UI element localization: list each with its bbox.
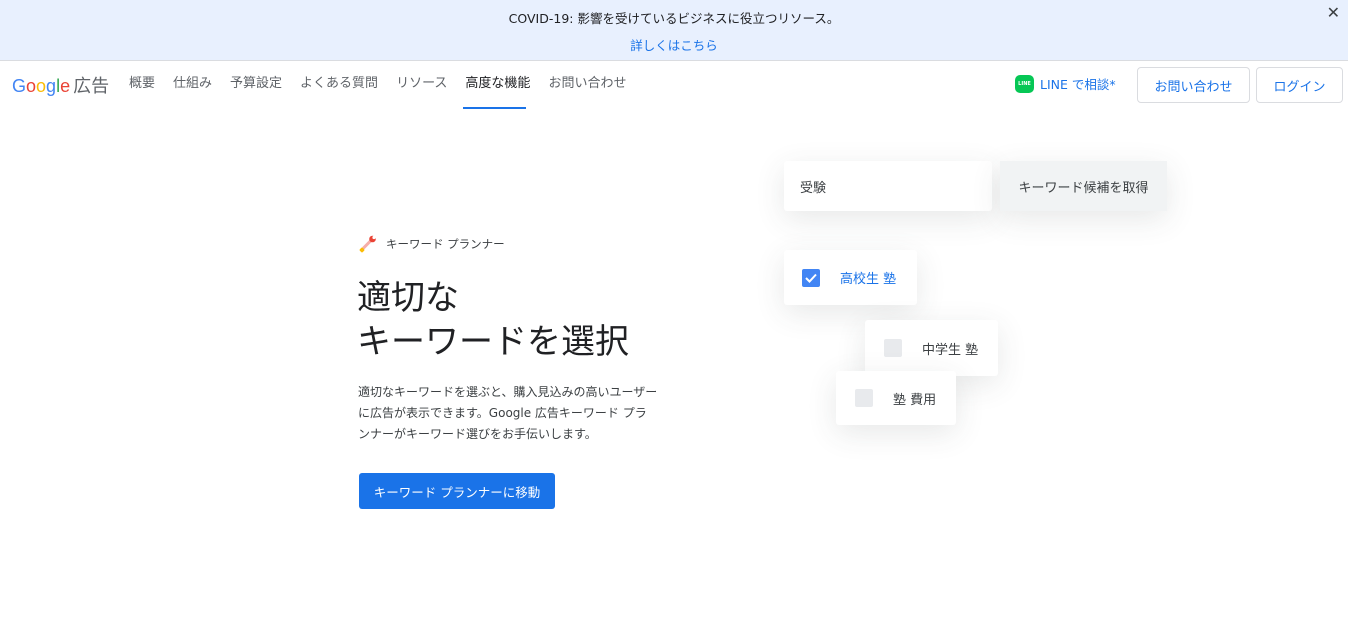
- keyword-suggestion-label: 塾 費用: [893, 392, 937, 408]
- checkbox-unchecked-icon: [884, 339, 902, 357]
- covid-banner: COVID-19: 影響を受けているビジネスに役立つリソース。 詳しくはこちら …: [0, 0, 1348, 61]
- hero-description: 適切なキーワードを選ぶと、購入見込みの高いユーザーに広告が表示できます。Goog…: [358, 385, 658, 441]
- nav-item-resources[interactable]: リソース: [387, 61, 456, 109]
- nav-item-advanced-features[interactable]: 高度な機能: [456, 61, 539, 109]
- main-nav: 概要 仕組み 予算設定 よくある質問 リソース 高度な機能 お問い合わせ: [120, 61, 635, 109]
- checkbox-unchecked-icon: [855, 389, 873, 407]
- eyebrow-label: キーワード プランナー: [386, 237, 505, 251]
- nav-item-contact[interactable]: お問い合わせ: [539, 61, 635, 109]
- logo-letter: o: [26, 76, 37, 96]
- keyword-suggestion-label: 中学生 塾: [922, 342, 979, 358]
- google-ads-logo[interactable]: Google 広告: [12, 72, 109, 98]
- nav-item-budget[interactable]: 予算設定: [221, 61, 291, 109]
- line-consult-link[interactable]: LINE LINE で相談*: [1015, 74, 1116, 93]
- logo-letter: G: [12, 76, 27, 96]
- contact-button[interactable]: お問い合わせ: [1137, 67, 1250, 103]
- line-icon-text: LINE: [1018, 80, 1031, 87]
- login-button[interactable]: ログイン: [1256, 67, 1343, 103]
- wrench-icon: [359, 235, 376, 253]
- logo-letter: o: [36, 76, 47, 96]
- logo-letter: e: [60, 76, 71, 96]
- line-consult-label: LINE で相談*: [1040, 77, 1116, 92]
- checkbox-checked-icon: [802, 268, 820, 287]
- nav-item-overview[interactable]: 概要: [120, 61, 164, 109]
- get-keyword-ideas-button: キーワード候補を取得: [1000, 161, 1167, 211]
- line-icon: LINE: [1015, 74, 1034, 93]
- headline-line-1: 適切な: [357, 278, 459, 318]
- eyebrow: キーワード プランナー: [358, 234, 505, 254]
- keyword-suggestion-label: 高校生 塾: [840, 272, 897, 287]
- keyword-suggestion-item: 中学生 塾: [865, 320, 998, 376]
- keyword-input: 受験: [784, 161, 992, 211]
- nav-item-faq[interactable]: よくある質問: [291, 61, 387, 109]
- nav-item-how-it-works[interactable]: 仕組み: [164, 61, 221, 109]
- open-keyword-planner-button[interactable]: キーワード プランナーに移動: [359, 473, 555, 509]
- site-header: Google 広告 概要 仕組み 予算設定 よくある質問 リソース 高度な機能 お…: [0, 61, 1348, 109]
- keyword-suggestion-item: 高校生 塾: [784, 250, 917, 305]
- close-icon[interactable]: ✕: [1327, 3, 1340, 22]
- keyword-suggestion-item: 塾 費用: [836, 371, 956, 425]
- logo-letter: g: [46, 76, 57, 96]
- headline-line-2: キーワードを選択: [357, 322, 629, 362]
- active-tab-indicator: [463, 107, 526, 109]
- banner-learn-more-link[interactable]: 詳しくはこちら: [0, 35, 1348, 54]
- banner-text: COVID-19: 影響を受けているビジネスに役立つリソース。: [508, 11, 840, 26]
- page-title: 適切な キーワードを選択: [357, 276, 629, 364]
- logo-suffix: 広告: [73, 76, 110, 96]
